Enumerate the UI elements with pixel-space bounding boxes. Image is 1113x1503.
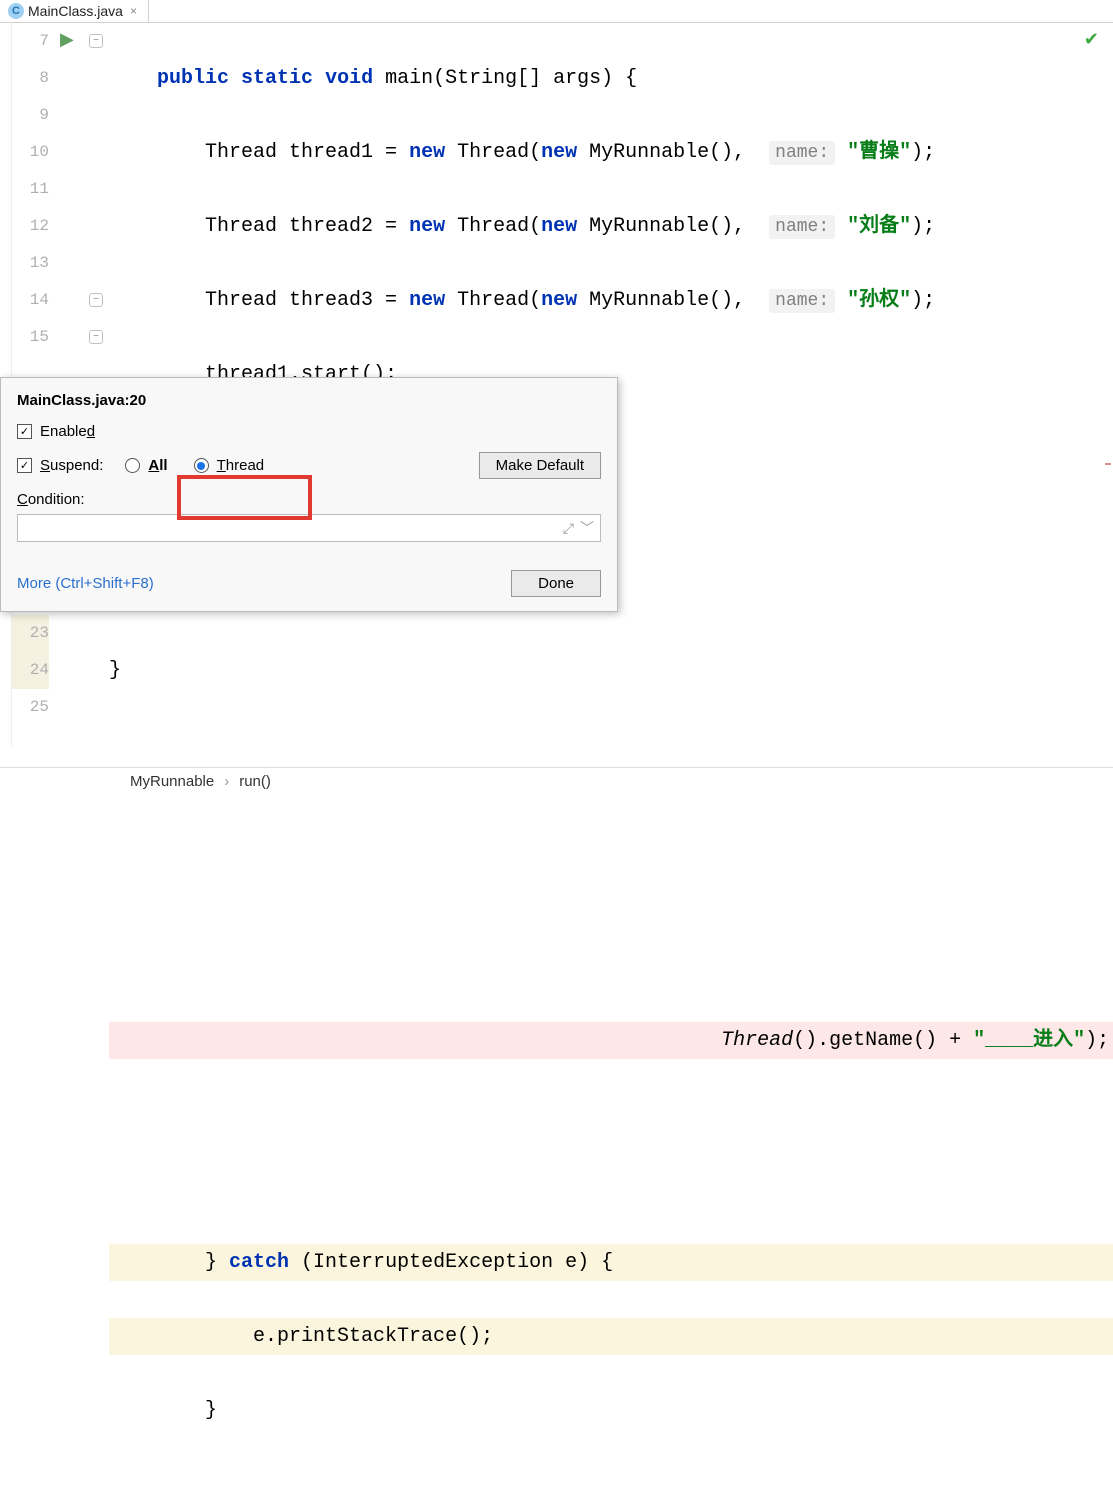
line-number[interactable]: 7	[12, 23, 49, 60]
suspend-thread-label[interactable]: Thread	[217, 457, 265, 474]
fold-toggle-icon[interactable]: −	[89, 34, 103, 48]
line-number[interactable]: 25	[12, 689, 49, 726]
expand-icon[interactable]: ⤢	[563, 520, 574, 537]
class-icon: C	[8, 3, 24, 19]
line-number[interactable]: 11	[12, 171, 49, 208]
more-link[interactable]: More (Ctrl+Shift+F8)	[17, 575, 154, 592]
fold-toggle-icon[interactable]: −	[89, 293, 103, 307]
inspection-ok-icon[interactable]: ✔	[1084, 29, 1099, 50]
chevron-right-icon: ›	[224, 773, 229, 790]
line-number[interactable]: 12	[12, 208, 49, 245]
line-number[interactable]: 24	[12, 652, 49, 689]
close-icon[interactable]: ×	[127, 4, 140, 18]
line-number[interactable]: 13	[12, 245, 49, 282]
line-number[interactable]: 23	[12, 615, 49, 652]
make-default-button[interactable]: Make Default	[479, 452, 601, 479]
line-number[interactable]: 9	[12, 97, 49, 134]
condition-label[interactable]: Condition:	[17, 491, 85, 508]
suspend-all-radio[interactable]	[125, 458, 140, 473]
breadcrumb: MyRunnable › run()	[0, 767, 1113, 795]
file-tab-label: MainClass.java	[28, 3, 123, 19]
breakpoint-popup: MainClass.java:20 ✓ Enabled ✓ Suspend: A…	[0, 377, 618, 612]
enabled-label[interactable]: Enabled	[40, 423, 95, 440]
tab-bar: C MainClass.java ×	[0, 0, 1113, 23]
fold-toggle-icon[interactable]: −	[89, 330, 103, 344]
done-button[interactable]: Done	[511, 570, 601, 597]
suspend-checkbox[interactable]: ✓	[17, 458, 32, 473]
line-number[interactable]: 15	[12, 319, 49, 356]
parameter-hint: name:	[769, 215, 835, 239]
breadcrumb-item[interactable]: run()	[239, 773, 271, 790]
file-tab[interactable]: C MainClass.java ×	[0, 0, 149, 22]
chevron-down-icon[interactable]: ﹀	[580, 518, 594, 538]
breadcrumb-item[interactable]: MyRunnable	[130, 773, 214, 790]
run-icon[interactable]: ▶	[60, 29, 74, 50]
scroll-marker[interactable]	[1105, 463, 1111, 465]
suspend-label[interactable]: Suspend:	[40, 457, 103, 474]
line-number[interactable]: 10	[12, 134, 49, 171]
line-number[interactable]: 8	[12, 60, 49, 97]
suspend-all-label[interactable]: All	[148, 457, 167, 474]
condition-input[interactable]: ⤢ ﹀	[17, 514, 601, 542]
parameter-hint: name:	[769, 289, 835, 313]
suspend-thread-radio[interactable]	[194, 458, 209, 473]
popup-title: MainClass.java:20	[17, 392, 601, 409]
enabled-checkbox[interactable]: ✓	[17, 424, 32, 439]
line-number[interactable]: 14	[12, 282, 49, 319]
parameter-hint: name:	[769, 141, 835, 165]
